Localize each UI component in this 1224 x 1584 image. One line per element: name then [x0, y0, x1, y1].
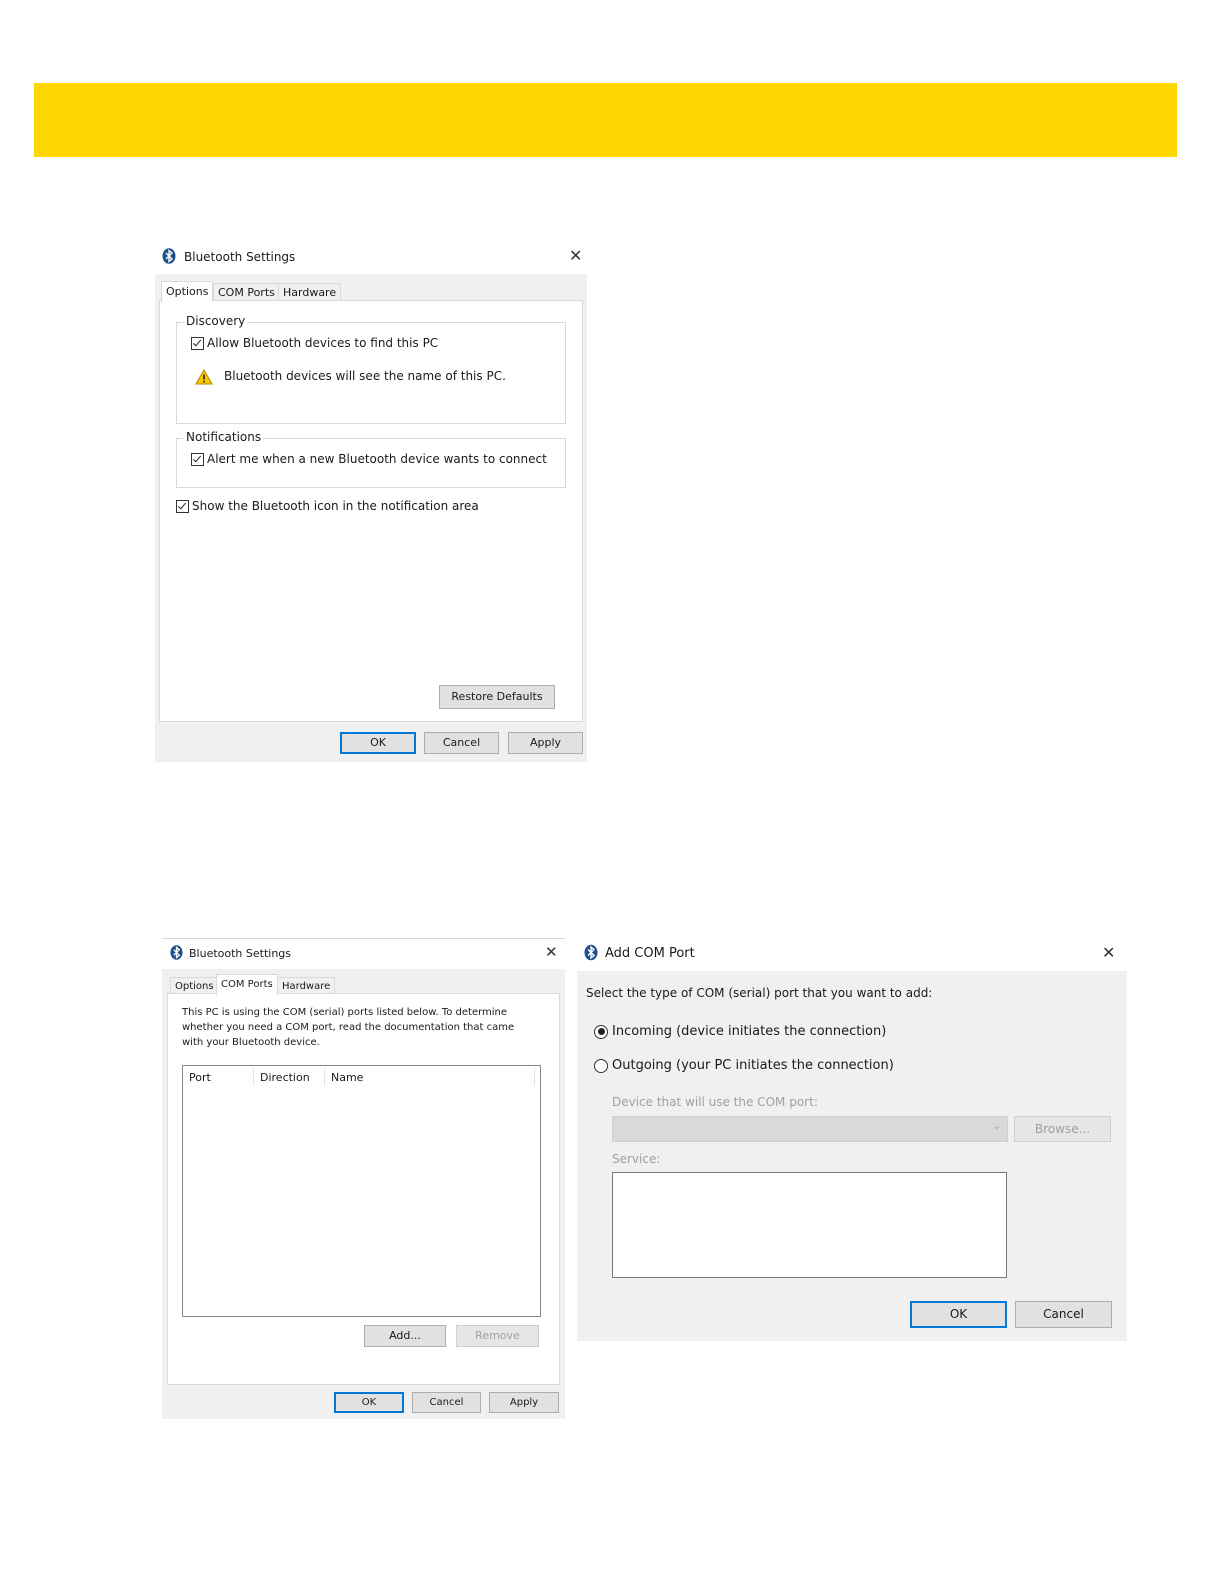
restore-defaults-button[interactable]: Restore Defaults	[439, 685, 555, 709]
ok-button[interactable]: OK	[910, 1301, 1007, 1328]
close-icon[interactable]: ✕	[1102, 945, 1115, 961]
device-label: Device that will use the COM port:	[612, 1095, 818, 1109]
chevron-down-icon: ⌄	[992, 1121, 1001, 1132]
dialog-body: Options COM Ports Hardware Discovery All…	[155, 274, 587, 762]
browse-button[interactable]: Browse...	[1014, 1116, 1111, 1142]
column-header-port[interactable]: Port	[189, 1071, 211, 1084]
tab-options[interactable]: Options	[161, 281, 214, 302]
ok-button[interactable]: OK	[334, 1392, 404, 1413]
list-header: Port Direction Name	[183, 1066, 535, 1088]
com-ports-description-line-2: whether you need a COM port, read the do…	[182, 1022, 515, 1033]
title-bar: Bluetooth Settings ✕	[155, 240, 587, 274]
discovery-warning-text: Bluetooth devices will see the name of t…	[224, 369, 506, 383]
allow-discovery-checkbox[interactable]: Allow Bluetooth devices to find this PC	[191, 336, 438, 350]
checkbox-checked-icon	[191, 452, 204, 466]
bluetooth-settings-dialog-com-ports: Bluetooth Settings ✕ Options COM Ports H…	[162, 938, 565, 1419]
dialog-title: Bluetooth Settings	[184, 250, 296, 264]
incoming-label: Incoming (device initiates the connectio…	[612, 1024, 887, 1039]
service-input[interactable]	[612, 1172, 1007, 1278]
alert-new-device-checkbox[interactable]: Alert me when a new Bluetooth device wan…	[191, 452, 547, 466]
bluetooth-settings-dialog-options: Bluetooth Settings ✕ Options COM Ports H…	[155, 240, 587, 762]
outgoing-label: Outgoing (your PC initiates the connecti…	[612, 1058, 894, 1073]
tab-panel: Discovery Allow Bluetooth devices to fin…	[159, 300, 583, 722]
device-select[interactable]: ⌄	[612, 1116, 1008, 1142]
tab-panel: This PC is using the COM (serial) ports …	[167, 993, 560, 1385]
apply-button[interactable]: Apply	[489, 1392, 559, 1413]
bluetooth-icon	[584, 944, 598, 965]
radio-selected-icon	[594, 1024, 608, 1039]
alert-new-device-label: Alert me when a new Bluetooth device wan…	[207, 452, 547, 466]
column-header-direction[interactable]: Direction	[260, 1071, 310, 1084]
com-ports-description-line-1: This PC is using the COM (serial) ports …	[182, 1007, 508, 1018]
apply-button[interactable]: Apply	[508, 732, 583, 754]
bluetooth-icon	[170, 945, 183, 964]
title-bar: Bluetooth Settings ✕	[162, 938, 565, 970]
tab-com-ports[interactable]: COM Ports	[213, 283, 280, 301]
show-icon-checkbox[interactable]: Show the Bluetooth icon in the notificat…	[176, 499, 479, 513]
add-com-port-dialog: Add COM Port ✕ Select the type of COM (s…	[577, 938, 1127, 1341]
com-port-type-prompt: Select the type of COM (serial) port tha…	[586, 986, 933, 1000]
dialog-body: Select the type of COM (serial) port tha…	[577, 971, 1127, 1341]
tab-hardware[interactable]: Hardware	[278, 283, 342, 301]
discovery-group: Discovery Allow Bluetooth devices to fin…	[176, 314, 566, 424]
add-button[interactable]: Add...	[364, 1325, 446, 1347]
column-divider	[253, 1068, 254, 1086]
allow-discovery-label: Allow Bluetooth devices to find this PC	[207, 336, 439, 350]
tab-com-ports[interactable]: COM Ports	[216, 974, 278, 995]
ok-button[interactable]: OK	[340, 732, 416, 754]
checkbox-checked-icon	[176, 499, 189, 513]
bluetooth-icon	[162, 248, 176, 268]
service-label: Service:	[612, 1152, 661, 1166]
show-icon-label: Show the Bluetooth icon in the notificat…	[192, 499, 479, 513]
checkbox-checked-icon	[191, 336, 204, 350]
notifications-group: Notifications Alert me when a new Blueto…	[176, 430, 566, 488]
column-divider	[534, 1068, 535, 1086]
close-icon[interactable]: ✕	[545, 945, 558, 960]
header-banner	[34, 83, 1177, 157]
cancel-button[interactable]: Cancel	[424, 732, 499, 754]
outgoing-radio[interactable]: Outgoing (your PC initiates the connecti…	[594, 1058, 894, 1073]
close-icon[interactable]: ✕	[569, 248, 582, 264]
notifications-legend: Notifications	[184, 430, 264, 444]
title-bar: Add COM Port ✕	[577, 938, 1127, 971]
radio-unselected-icon	[594, 1058, 608, 1073]
remove-button[interactable]: Remove	[456, 1325, 539, 1347]
incoming-radio[interactable]: Incoming (device initiates the connectio…	[594, 1024, 886, 1039]
dialog-title: Add COM Port	[605, 946, 695, 961]
warning-icon	[195, 368, 213, 389]
discovery-legend: Discovery	[184, 314, 248, 328]
column-divider	[324, 1068, 325, 1086]
cancel-button[interactable]: Cancel	[412, 1392, 481, 1413]
com-ports-list[interactable]: Port Direction Name	[182, 1065, 541, 1317]
cancel-button[interactable]: Cancel	[1015, 1301, 1112, 1328]
com-ports-description-line-3: with your Bluetooth device.	[182, 1037, 320, 1048]
column-header-name[interactable]: Name	[331, 1071, 363, 1084]
dialog-body: Options COM Ports Hardware This PC is us…	[162, 969, 565, 1419]
dialog-title: Bluetooth Settings	[189, 947, 292, 960]
